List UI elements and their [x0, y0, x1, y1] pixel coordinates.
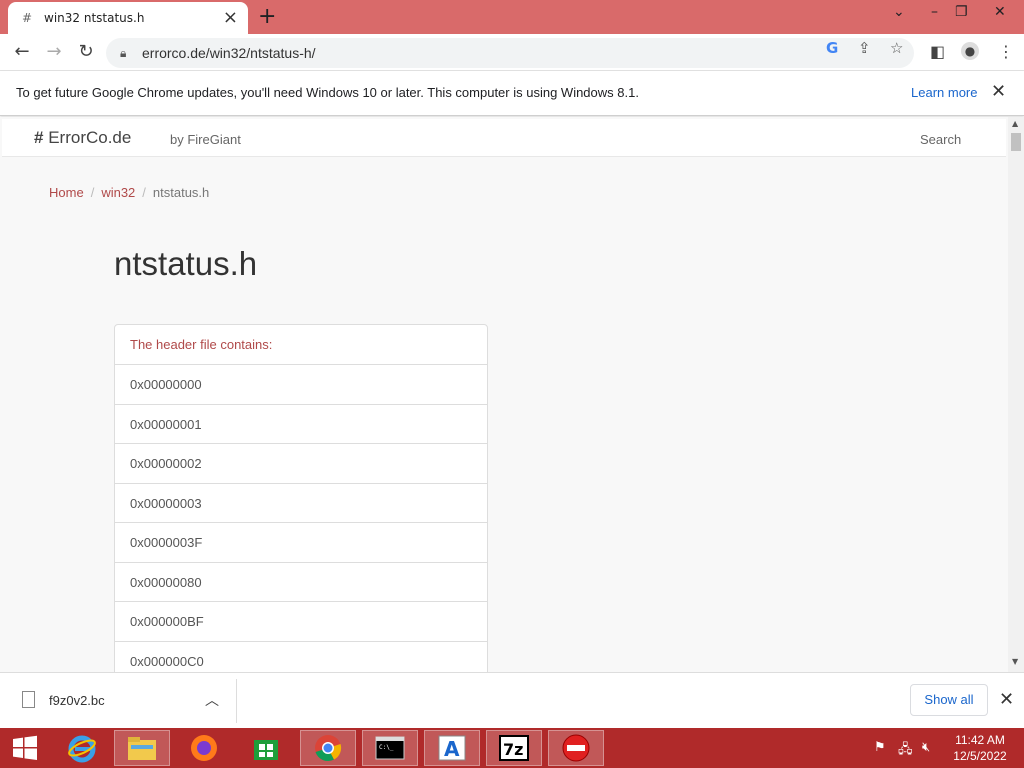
address-bar[interactable]: 🔒︎ errorco.de/win32/ntstatus-h/: [106, 38, 914, 68]
scrollbar-thumb[interactable]: [1011, 133, 1021, 151]
minimize-button[interactable]: –: [931, 4, 938, 20]
scroll-down-arrow-icon[interactable]: ▼: [1012, 657, 1018, 666]
profile-avatar-icon[interactable]: ●: [961, 42, 979, 60]
tab-close-icon[interactable]: ×: [223, 9, 238, 27]
7zip-icon[interactable]: 7z: [486, 730, 542, 766]
tab-search-chevron-icon[interactable]: ⌄: [893, 4, 905, 20]
page-scrollbar[interactable]: ▲ ▼: [1008, 117, 1024, 672]
svg-text:A: A: [444, 737, 460, 761]
svg-text:7z: 7z: [503, 740, 523, 759]
list-item[interactable]: 0x00000003: [115, 484, 487, 523]
windows-taskbar: C:\_ A 7z ⚑ 🖧︎ 🔇︎ 11:42 AM 12/5/2022: [0, 728, 1024, 768]
forward-arrow-icon[interactable]: →: [42, 41, 66, 62]
lock-icon: 🔒︎: [120, 45, 127, 60]
windows-logo-icon: [13, 735, 37, 760]
google-lens-icon[interactable]: G: [826, 39, 838, 57]
infobar-close-icon[interactable]: ✕: [991, 81, 1006, 102]
font-editor-icon[interactable]: A: [424, 730, 480, 766]
reload-icon[interactable]: ↻: [74, 41, 98, 62]
windows-store-icon[interactable]: [238, 730, 294, 766]
chevron-up-icon[interactable]: ︿: [205, 690, 219, 710]
restore-button[interactable]: ❐: [955, 4, 968, 20]
shelf-divider: [236, 679, 237, 723]
ie-logo-icon: [68, 735, 96, 763]
breadcrumb-home[interactable]: Home: [49, 185, 84, 200]
list-item[interactable]: 0x000000BF: [115, 602, 487, 642]
search-link[interactable]: Search: [920, 132, 961, 147]
infobar-message: To get future Google Chrome updates, you…: [16, 85, 639, 100]
store-bag-icon: [254, 740, 278, 760]
bookmark-star-icon[interactable]: ☆: [890, 39, 903, 57]
page-title: ntstatus.h: [114, 245, 258, 282]
list-item[interactable]: 0x00000000: [115, 365, 487, 405]
list-header: The header file contains:: [115, 325, 487, 365]
chrome-logo-icon: [315, 735, 342, 762]
show-all-button[interactable]: Show all: [910, 684, 988, 716]
breadcrumb: Home / win32 / ntstatus.h: [49, 185, 209, 200]
site-navbar: # ErrorCo.de by FireGiant Search: [2, 119, 1006, 157]
hash-favicon-icon: #: [22, 11, 33, 25]
update-infobar: To get future Google Chrome updates, you…: [0, 71, 1024, 116]
web-page: # ErrorCo.de by FireGiant Search Home / wi…: [0, 117, 1008, 672]
breadcrumb-separator: /: [90, 185, 95, 200]
list-item[interactable]: 0x000000C0: [115, 642, 487, 673]
new-tab-button[interactable]: +: [258, 5, 276, 29]
list-item[interactable]: 0x00000001: [115, 405, 487, 444]
download-shelf: f9z0v2.bc ︿ Show all ✕: [0, 672, 1024, 728]
hash-logo-icon: #: [34, 128, 44, 147]
file-icon: [22, 691, 35, 708]
breadcrumb-separator: /: [142, 185, 146, 200]
browser-tab[interactable]: # win32 ntstatus.h ×: [8, 2, 248, 34]
window-close-button[interactable]: ✕: [994, 4, 1006, 20]
header-contents-list: The header file contains: 0x00000000 0x0…: [114, 324, 488, 672]
side-panel-icon[interactable]: ◧: [930, 42, 945, 61]
no-entry-app-icon[interactable]: [548, 730, 604, 766]
learn-more-link[interactable]: Learn more: [911, 85, 977, 100]
shelf-close-icon[interactable]: ✕: [999, 689, 1014, 710]
clock-date: 12/5/2022: [953, 749, 1007, 763]
site-brand-link[interactable]: # ErrorCo.de: [34, 128, 131, 148]
stop-sign-icon: [562, 734, 590, 762]
byline-link[interactable]: by FireGiant: [170, 132, 241, 147]
volume-muted-icon[interactable]: 🔇︎: [922, 740, 930, 755]
breadcrumb-current: ntstatus.h: [152, 185, 210, 200]
start-button[interactable]: [0, 730, 50, 766]
browser-toolbar: ← → ↻ 🔒︎ errorco.de/win32/ntstatus-h/ G …: [0, 34, 1024, 71]
action-center-flag-icon[interactable]: ⚑: [874, 740, 886, 755]
network-icon[interactable]: 🖧︎: [898, 740, 913, 762]
folder-icon: [128, 737, 156, 760]
tab-strip: # win32 ntstatus.h × + ⌄ – ❐ ✕: [0, 0, 1024, 34]
menu-kebab-icon[interactable]: ⋮: [998, 42, 1014, 61]
url-text: errorco.de/win32/ntstatus-h/: [142, 45, 316, 61]
tab-title: win32 ntstatus.h: [44, 11, 145, 25]
list-item[interactable]: 0x0000003F: [115, 523, 487, 563]
terminal-icon: C:\_: [375, 736, 405, 760]
brand-name: ErrorCo.de: [48, 128, 132, 147]
firefox-logo-icon: [191, 735, 217, 761]
download-file-name[interactable]: f9z0v2.bc: [49, 693, 105, 708]
internet-explorer-icon[interactable]: [54, 730, 110, 766]
system-clock[interactable]: 11:42 AM 12/5/2022: [944, 732, 1016, 764]
chrome-icon[interactable]: [300, 730, 356, 766]
back-arrow-icon[interactable]: ←: [10, 41, 34, 62]
letter-a-icon: A: [438, 735, 466, 761]
breadcrumb-win32[interactable]: win32: [101, 185, 135, 200]
svg-text:C:\_: C:\_: [379, 744, 394, 751]
clock-time: 11:42 AM: [955, 733, 1005, 747]
command-prompt-icon[interactable]: C:\_: [362, 730, 418, 766]
7z-logo-icon: 7z: [499, 735, 529, 761]
share-icon[interactable]: ⇪: [858, 39, 871, 57]
file-explorer-icon[interactable]: [114, 730, 170, 766]
firefox-icon[interactable]: [176, 730, 232, 766]
list-item[interactable]: 0x00000080: [115, 563, 487, 602]
list-item[interactable]: 0x00000002: [115, 444, 487, 484]
scroll-up-arrow-icon[interactable]: ▲: [1012, 119, 1018, 128]
